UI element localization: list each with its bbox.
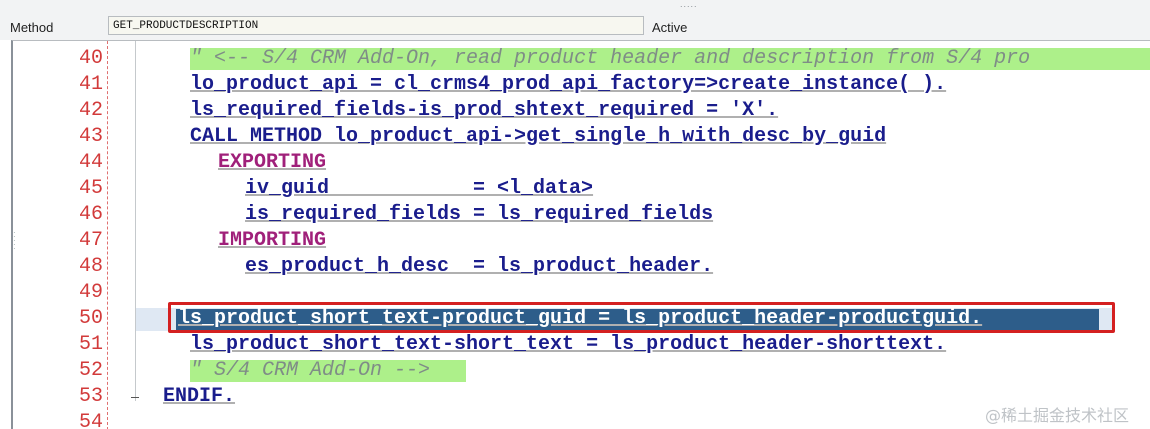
line-number: 42 [78, 99, 103, 122]
watermark: @稀土掘金技术社区 [985, 406, 1130, 425]
method-label: Method [10, 20, 54, 35]
line-number: 51 [78, 333, 103, 356]
status-text: Active [652, 20, 688, 35]
code-text: lo_product_api = cl_crms4_prod_api_facto… [190, 73, 947, 96]
line-number: 40 [78, 47, 103, 70]
fold-end-marker [131, 397, 139, 398]
code-line[interactable]: 42 ls_required_fields-is_prod_shtext_req… [13, 98, 1150, 124]
code-line[interactable]: 41 lo_product_api = cl_crms4_prod_api_fa… [13, 72, 1150, 98]
comment-text: " S/4 CRM Add-On --> [190, 359, 431, 382]
line-number: 46 [78, 203, 103, 226]
code-text: CALL METHOD lo_product_api->get_single_h… [190, 125, 887, 148]
red-annotation-box [168, 302, 1115, 333]
code-line[interactable]: 46 is_required_fields = ls_required_fiel… [13, 202, 1150, 228]
line-number: 47 [78, 229, 103, 252]
code-line[interactable]: 51 ls_product_short_text-short_text = ls… [13, 332, 1150, 358]
line-number: 45 [78, 177, 103, 200]
code-line[interactable]: 53 ENDIF. [13, 384, 1150, 410]
importing-keyword: IMPORTING [218, 229, 327, 252]
line-number: 49 [78, 281, 103, 304]
method-header-bar: ..... Method GET_PRODUCTDESCRIPTION Acti… [0, 0, 1150, 40]
code-text: ls_required_fields-is_prod_shtext_requir… [190, 99, 779, 122]
code-text: is_required_fields = ls_required_fields [245, 203, 714, 226]
line-number: 48 [78, 255, 103, 278]
line-number: 43 [78, 125, 103, 148]
endif-keyword: ENDIF. [163, 385, 236, 408]
code-line[interactable]: 45 iv_guid = <l_data> [13, 176, 1150, 202]
code-text: es_product_h_desc = ls_product_header. [245, 255, 714, 278]
line-number: 54 [78, 411, 103, 429]
line-number: 52 [78, 359, 103, 382]
line-number: 41 [78, 73, 103, 96]
exporting-keyword: EXPORTING [218, 151, 327, 174]
code-editor[interactable]: · · · · · 40 " <-- S/4 CRM Add-On, read prod… [11, 40, 1150, 429]
method-name-field[interactable]: GET_PRODUCTDESCRIPTION [108, 16, 644, 35]
line-number: 44 [78, 151, 103, 174]
code-line[interactable]: 40 " <-- S/4 CRM Add-On, read product he… [13, 46, 1150, 72]
code-text: ls_product_short_text-short_text = ls_pr… [190, 333, 947, 356]
line-number: 53 [78, 385, 103, 408]
code-line[interactable]: 44 EXPORTING [13, 150, 1150, 176]
code-line[interactable]: 47 IMPORTING [13, 228, 1150, 254]
line-number: 50 [78, 307, 103, 330]
code-line[interactable]: 52 " S/4 CRM Add-On --> [13, 358, 1150, 384]
code-text: iv_guid = <l_data> [245, 177, 594, 200]
code-line[interactable]: 43 CALL METHOD lo_product_api->get_singl… [13, 124, 1150, 150]
code-line[interactable]: 54 [13, 410, 1150, 429]
splitter-grip[interactable]: ..... [680, 0, 698, 9]
code-line[interactable]: 48 es_product_h_desc = ls_product_header… [13, 254, 1150, 280]
comment-text: " <-- S/4 CRM Add-On, read product heade… [190, 47, 1031, 70]
